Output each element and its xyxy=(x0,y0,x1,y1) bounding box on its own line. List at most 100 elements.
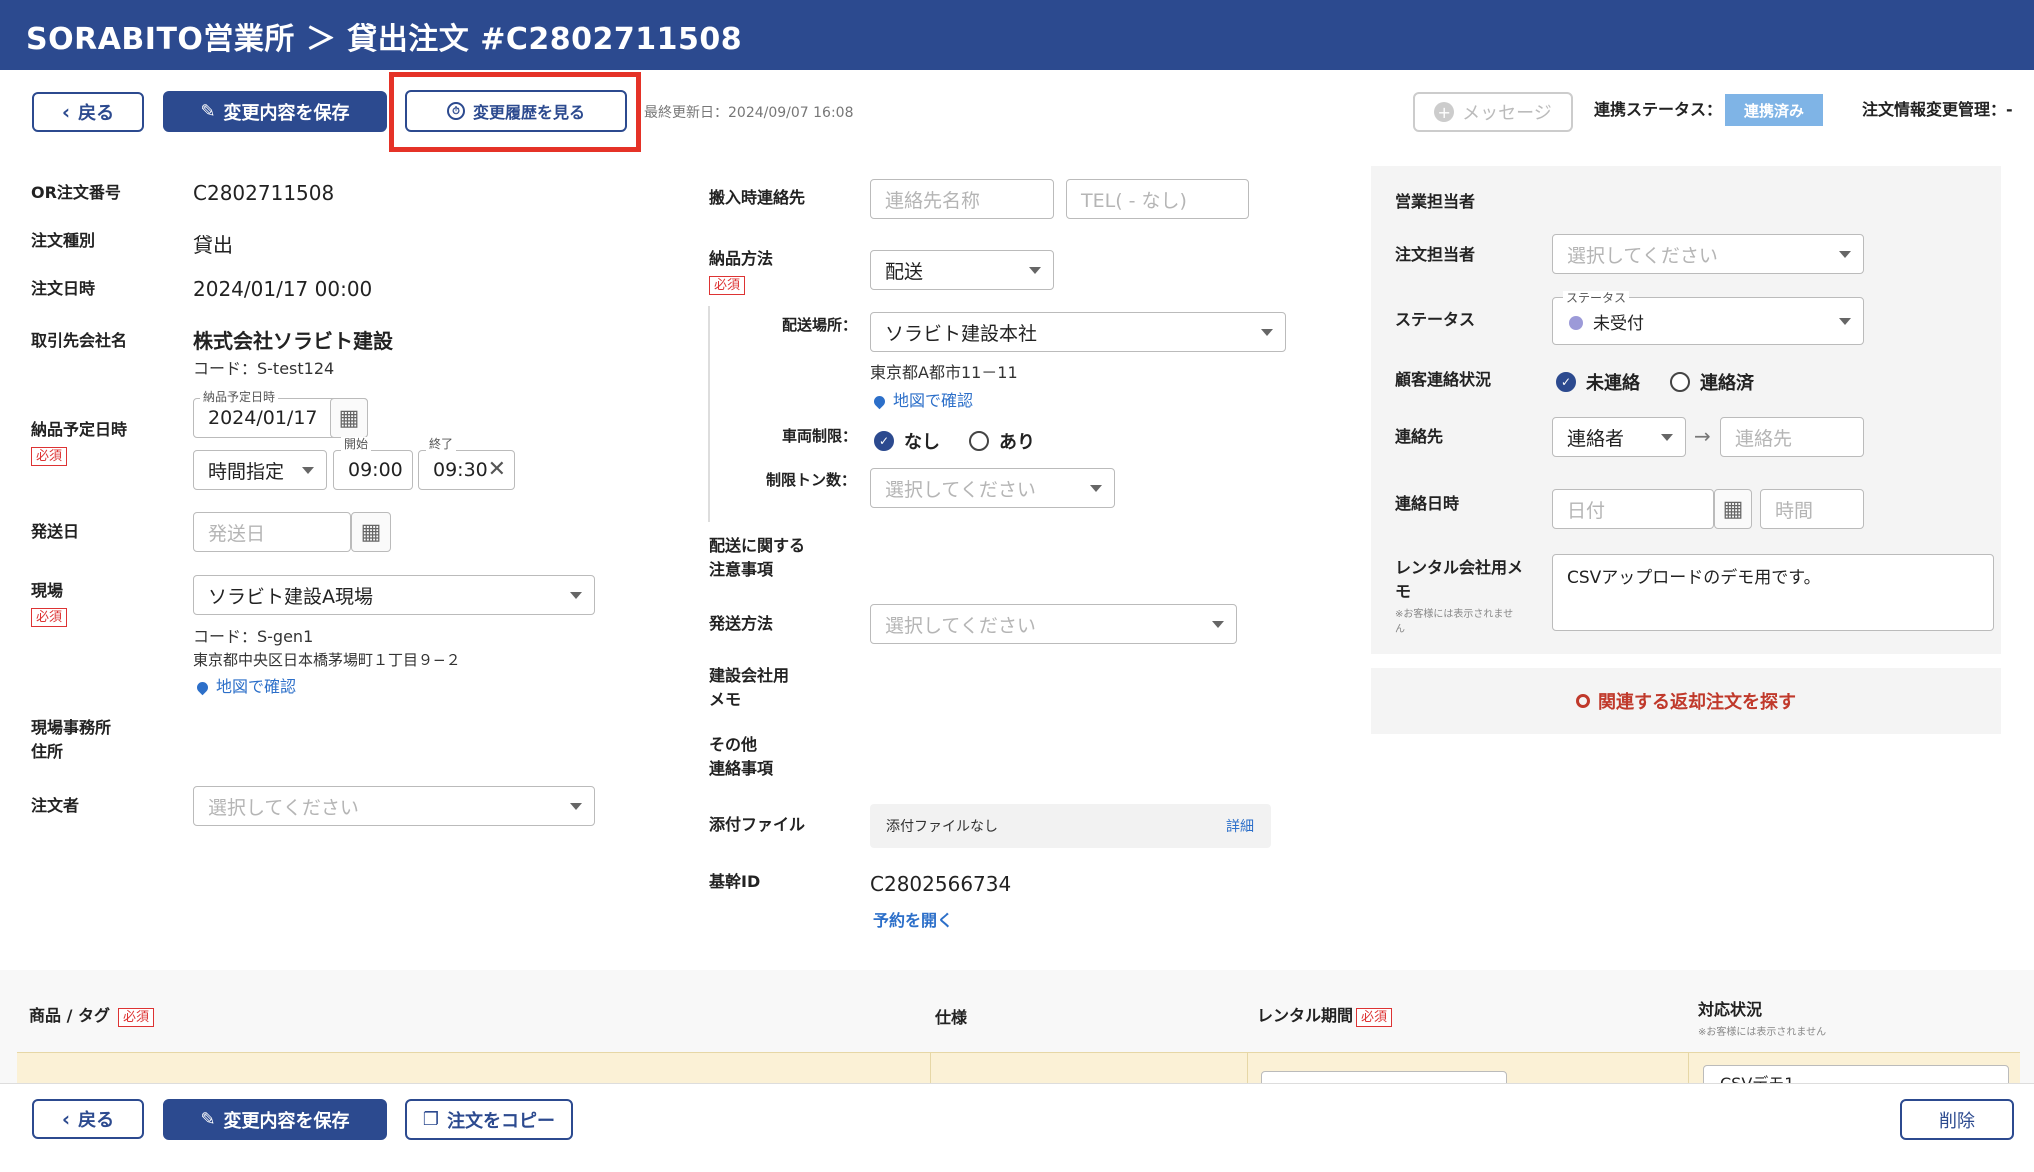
radio-checked-icon: ✓ xyxy=(874,431,894,451)
plus-circle-icon: + xyxy=(1434,102,1455,122)
status-legend: ステータス xyxy=(1563,291,1630,305)
other-label-1: その他 xyxy=(709,735,758,754)
find-return-order-button[interactable]: 関連する返却注文を探す xyxy=(1371,668,2001,734)
spec-label: 仕様 xyxy=(935,1008,968,1027)
contact-datetime-label: 連絡日時 xyxy=(1395,494,1460,513)
header-bar: SORABITO営業所 ＞ 貸出注文 #C2802711508 xyxy=(0,0,2034,70)
core-id-label: 基幹ID xyxy=(709,872,761,891)
open-reservation-link[interactable]: 予約を開く xyxy=(873,907,953,931)
ship-method-label: 発送方法 xyxy=(709,614,774,633)
delivery-place-select[interactable]: ソラビト建設本社 xyxy=(870,312,1286,352)
chevron-left-icon: ‹ xyxy=(61,1107,71,1131)
last-updated: 最終更新日：2024/09/07 16:08 xyxy=(644,105,854,121)
chevron-down-icon xyxy=(1212,621,1224,628)
required-badge: 必須 xyxy=(1356,1008,1393,1027)
delivery-date-legend: 納品予定日時 xyxy=(200,390,279,404)
copy-icon: ❐ xyxy=(422,1109,440,1130)
client-label: 取引先会社名 xyxy=(31,331,128,350)
client-name: 株式会社ソラビト建設 xyxy=(193,329,393,353)
chevron-down-icon xyxy=(1839,251,1851,258)
footer-save-button[interactable]: ✎ 変更内容を保存 xyxy=(163,1099,387,1140)
order-datetime: 2024/01/17 00:00 xyxy=(193,277,373,301)
construction-memo-label-2: メモ xyxy=(709,690,742,709)
message-button[interactable]: + メッセージ xyxy=(1413,92,1573,132)
delivery-method-label: 納品方法 xyxy=(709,249,774,268)
copy-order-button[interactable]: ❐ 注文をコピー xyxy=(405,1099,573,1140)
delivery-date-label: 納品予定日時 xyxy=(31,420,128,439)
site-label: 現場 xyxy=(31,581,64,600)
time-mode-select[interactable]: 時間指定 xyxy=(193,450,327,490)
order-rep-select[interactable]: 選択してください xyxy=(1552,234,1864,274)
vehicle-none-radio[interactable]: ✓ なし xyxy=(874,428,940,454)
order-datetime-label: 注文日時 xyxy=(31,279,96,298)
calendar-icon[interactable]: ▦ xyxy=(351,512,391,552)
required-badge: 必須 xyxy=(31,608,68,627)
contact-date-input[interactable]: 日付 xyxy=(1552,489,1714,529)
radio-checked-icon: ✓ xyxy=(1556,372,1576,392)
contact-to-input[interactable]: 連絡先 xyxy=(1720,417,1864,457)
link-status-label: 連携ステータス： xyxy=(1594,100,1723,119)
calendar-icon[interactable]: ▦ xyxy=(1714,489,1752,529)
rental-memo-note-1: ※お客様には表示されませ xyxy=(1395,609,1514,620)
contact-not-yet-radio[interactable]: ✓ 未連絡 xyxy=(1556,369,1640,395)
attachment-label: 添付ファイル xyxy=(709,815,806,834)
ship-date-input[interactable]: 発送日 xyxy=(193,512,351,552)
or-order-no-label: OR注文番号 xyxy=(31,183,121,202)
footer-back-button[interactable]: ‹ 戻る xyxy=(32,1099,144,1139)
or-order-no: C2802711508 xyxy=(193,181,335,205)
status-dot-icon xyxy=(1569,316,1583,330)
status-label: ステータス xyxy=(1395,310,1476,329)
rental-period-label: レンタル期間 xyxy=(1257,1006,1354,1025)
start-legend: 開始 xyxy=(341,437,372,451)
chevron-down-icon xyxy=(570,803,582,810)
highlight-box xyxy=(389,72,641,152)
order-rep-label: 注文担当者 xyxy=(1395,245,1476,264)
chevron-down-icon xyxy=(1261,329,1273,336)
attachment-box: 添付ファイルなし 詳細 xyxy=(870,804,1271,848)
delete-button[interactable]: 削除 xyxy=(1900,1099,2014,1140)
attachment-detail-link[interactable]: 詳細 xyxy=(1226,816,1254,836)
chevron-down-icon xyxy=(302,467,314,474)
start-time-input[interactable]: 09:00 xyxy=(333,450,413,490)
required-badge: 必須 xyxy=(118,1008,155,1027)
delivery-address: 東京都A都市11－11 xyxy=(870,363,1018,382)
calendar-icon[interactable]: ▦ xyxy=(330,398,368,438)
divider xyxy=(708,306,710,522)
rental-memo-note-2: ん xyxy=(1395,624,1405,635)
required-badge: 必須 xyxy=(709,276,746,295)
contact-status-label: 顧客連絡状況 xyxy=(1395,370,1492,389)
save-button[interactable]: ✎ 変更内容を保存 xyxy=(163,91,387,132)
orderer-select[interactable]: 選択してください xyxy=(193,786,595,826)
site-office-label-2: 住所 xyxy=(31,742,64,761)
site-map-link[interactable]: 地図で確認 xyxy=(194,673,296,697)
other-label-2: 連絡事項 xyxy=(709,759,774,778)
order-change-mgmt: 注文情報変更管理：- xyxy=(1862,100,2013,119)
response-label: 対応状況 xyxy=(1698,1000,1763,1019)
radio-unchecked-icon xyxy=(1670,372,1690,392)
vehicle-yes-radio[interactable]: あり xyxy=(969,428,1035,454)
pencil-icon: ✎ xyxy=(200,1109,216,1130)
back-button[interactable]: ‹ 戻る xyxy=(32,92,144,132)
ton-limit-select[interactable]: 選択してください xyxy=(870,468,1115,508)
ship-method-select[interactable]: 選択してください xyxy=(870,604,1237,644)
contact-time-input[interactable]: 時間 xyxy=(1760,489,1864,529)
delivery-method-select[interactable]: 配送 xyxy=(870,250,1054,290)
rental-memo-label-1: レンタル会社用メ xyxy=(1395,558,1524,577)
contact-tel-input[interactable]: TEL( - なし) xyxy=(1066,179,1249,219)
delivery-notes-label-2: 注意事項 xyxy=(709,560,774,579)
required-badge: 必須 xyxy=(31,447,68,466)
contact-done-radio[interactable]: 連絡済 xyxy=(1670,369,1754,395)
breadcrumb: SORABITO営業所 ＞ 貸出注文 #C2802711508 xyxy=(26,22,743,57)
order-type-label: 注文種別 xyxy=(31,231,96,250)
arrow-right-icon: → xyxy=(1694,424,1711,448)
end-legend: 終了 xyxy=(426,437,457,451)
delivery-map-link[interactable]: 地図で確認 xyxy=(871,387,973,411)
clear-icon[interactable]: ✕ xyxy=(488,457,506,482)
contact-name-input[interactable]: 連絡先名称 xyxy=(870,179,1054,219)
chevron-left-icon: ‹ xyxy=(61,100,71,124)
end-time-input[interactable]: 09:30 ✕ xyxy=(418,450,515,490)
contact-person-select[interactable]: 連絡者 xyxy=(1552,417,1686,457)
rental-memo-textarea[interactable]: CSVアップロードのデモ用です。 xyxy=(1552,554,1994,631)
site-select[interactable]: ソラビト建設A現場 xyxy=(193,575,595,615)
product-tag-label: 商品 / タグ xyxy=(29,1006,110,1025)
